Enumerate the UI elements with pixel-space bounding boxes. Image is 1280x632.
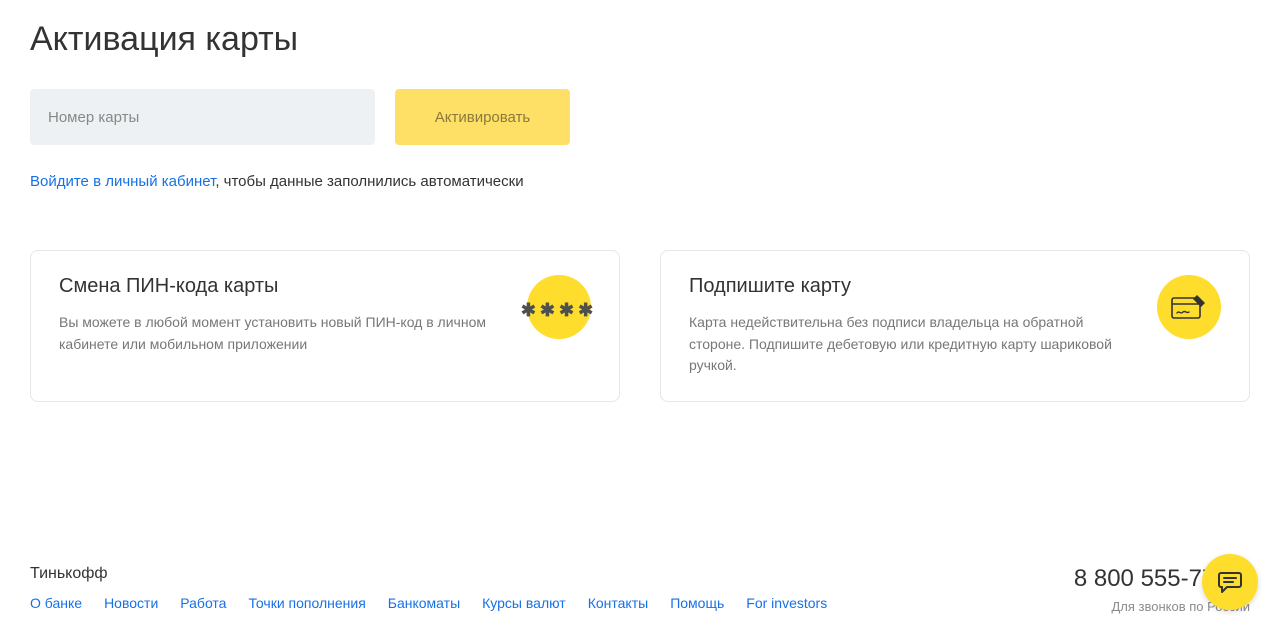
page-title: Активация карты [30,20,1250,59]
login-link[interactable]: Войдите в личный кабинет [30,173,215,190]
activate-button[interactable]: Активировать [395,89,570,145]
info-card-pin-title: Смена ПИН-кода карты [59,275,511,298]
info-card-sign: Подпишите карту Карта недействительна бе… [660,250,1250,402]
chat-icon [1217,569,1243,595]
info-card-pin-desc: Вы можете в любой момент установить новы… [59,312,511,355]
info-card-pin: Смена ПИН-кода карты Вы можете в любой м… [30,250,620,402]
footer-brand: Тинькофф [30,565,827,583]
footer-links: О банке Новости Работа Точки пополнения … [30,595,827,611]
info-card-sign-desc: Карта недействительна без подписи владел… [689,312,1141,377]
login-hint-rest: , чтобы данные заполнились автоматически [215,173,523,190]
footer-link-work[interactable]: Работа [180,595,226,611]
footer-link-help[interactable]: Помощь [670,595,724,611]
footer-link-news[interactable]: Новости [104,595,158,611]
pin-stars-icon: ✱✱✱✱ [527,275,591,339]
footer-link-contacts[interactable]: Контакты [588,595,648,611]
footer-link-topup[interactable]: Точки пополнения [248,595,365,611]
activation-form: Активировать [30,89,1250,145]
info-card-sign-title: Подпишите карту [689,275,1141,298]
login-hint: Войдите в личный кабинет, чтобы данные з… [30,173,1250,190]
footer-link-about[interactable]: О банке [30,595,82,611]
info-cards-row: Смена ПИН-кода карты Вы можете в любой м… [30,250,1250,402]
sign-card-icon [1157,275,1221,339]
footer-link-atm[interactable]: Банкоматы [388,595,460,611]
footer-link-rates[interactable]: Курсы валют [482,595,566,611]
footer: Тинькофф О банке Новости Работа Точки по… [30,565,1250,614]
card-number-input[interactable] [30,89,375,145]
chat-button[interactable] [1202,554,1258,610]
footer-link-investors[interactable]: For investors [746,595,827,611]
